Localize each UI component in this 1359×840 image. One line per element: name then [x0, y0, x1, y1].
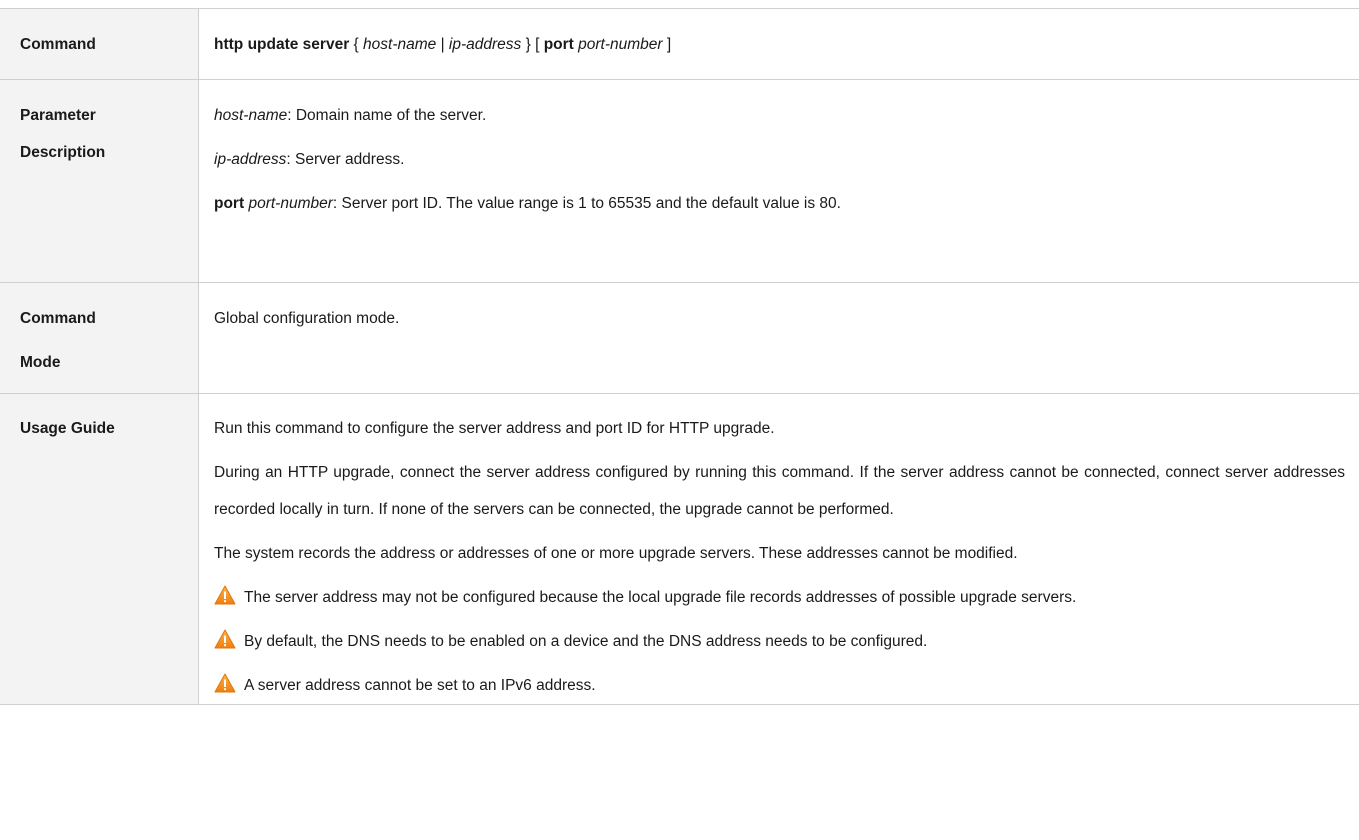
param-host-name: host-name: Domain name of the server. — [214, 97, 1345, 134]
command-syntax-cell: http update server { host-name | ip-addr… — [199, 9, 1359, 80]
mode-row: Command Mode Global configuration mode. — [0, 282, 1359, 394]
command-label: Command — [20, 36, 96, 53]
param-term: ip-address — [214, 151, 287, 168]
usage-row: Usage Guide Run this command to configur… — [0, 393, 1359, 705]
mode-label-line1: Command — [20, 310, 96, 327]
parameter-label-line2: Description — [20, 144, 106, 161]
warning-text: By default, the DNS needs to be enabled … — [244, 633, 928, 650]
syntax-keyword: http update server — [214, 36, 350, 53]
document-page: { "rows": { "command": { "label": "Comma… — [0, 0, 1359, 840]
parameter-row: Parameter Description host-name: Domain … — [0, 79, 1359, 283]
warning-text: The server address may not be configured… — [244, 589, 1077, 606]
command-row: Command http update server { host-name |… — [0, 8, 1359, 80]
syntax-open-brace: { — [349, 36, 364, 53]
syntax-arg-ip-address: ip-address — [448, 36, 522, 53]
mode-text: Global configuration mode. — [214, 310, 400, 327]
command-reference-table: Command http update server { host-name |… — [0, 8, 1359, 705]
param-ip-address: ip-address: Server address. — [214, 141, 1345, 178]
warning-text: A server address cannot be set to an IPv… — [244, 677, 596, 694]
syntax-arg-host-name: host-name — [363, 36, 437, 53]
syntax-keyword-port: port — [543, 36, 574, 53]
parameter-label-line1: Parameter — [20, 107, 96, 124]
command-syntax: http update server { host-name | ip-addr… — [214, 9, 1345, 63]
usage-warning-3: A server address cannot be set to an IPv… — [214, 667, 1345, 704]
syntax-close-bracket: ] — [662, 36, 672, 53]
param-desc: : Domain name of the server. — [287, 107, 487, 124]
parameter-label: Parameter Description — [0, 80, 198, 171]
syntax-close-brace: } [ — [521, 36, 544, 53]
command-label-cell: Command — [0, 8, 199, 80]
warning-triangle-icon — [214, 585, 236, 605]
param-keyword: port — [214, 195, 245, 212]
mode-label-line2: Mode — [20, 354, 61, 371]
usage-paragraph-2: During an HTTP upgrade, connect the serv… — [214, 464, 1345, 518]
syntax-arg-port-number: port-number — [578, 36, 663, 53]
mode-content-cell: Global configuration mode. — [199, 283, 1359, 394]
usage-label: Usage Guide — [20, 420, 115, 437]
param-port: port port-number: Server port ID. The va… — [214, 185, 1345, 222]
usage-paragraph-3: The system records the address or addres… — [214, 545, 1018, 562]
parameter-label-cell: Parameter Description — [0, 79, 199, 283]
warning-triangle-icon — [214, 673, 236, 693]
usage-paragraph-1: Run this command to configure the server… — [214, 420, 775, 437]
usage-label-cell: Usage Guide — [0, 393, 199, 705]
syntax-pipe: | — [436, 36, 449, 53]
mode-label: Command Mode — [0, 283, 198, 381]
warning-triangle-icon — [214, 629, 236, 649]
usage-warning-2: By default, the DNS needs to be enabled … — [214, 623, 1345, 660]
usage-content-cell: Run this command to configure the server… — [199, 394, 1359, 705]
param-term: host-name — [214, 107, 288, 124]
param-desc: : Server port ID. The value range is 1 t… — [332, 195, 841, 212]
param-term: port-number — [248, 195, 333, 212]
parameter-content-cell: host-name: Domain name of the server. ip… — [199, 80, 1359, 283]
param-desc: : Server address. — [286, 151, 405, 168]
usage-warning-1: The server address may not be configured… — [214, 579, 1345, 616]
mode-label-cell: Command Mode — [0, 282, 199, 394]
